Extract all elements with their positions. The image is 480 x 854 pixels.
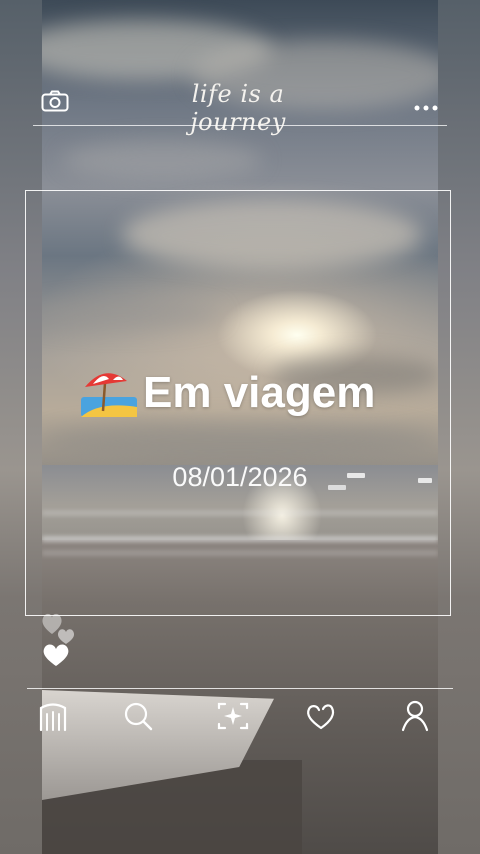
camera-icon[interactable] — [41, 90, 69, 112]
hearts-icon[interactable] — [38, 610, 82, 670]
status-card[interactable]: Em viagem — [79, 365, 375, 421]
status-date: 08/01/2026 — [172, 462, 308, 492]
brand-title: life is a journey — [190, 80, 286, 136]
app-header: life is a journey — [33, 70, 447, 136]
home-icon[interactable] — [33, 696, 73, 736]
more-horizontal-icon[interactable] — [413, 97, 439, 111]
nav-divider — [27, 688, 453, 689]
profile-icon[interactable] — [395, 696, 435, 736]
beach-umbrella-emoji-icon — [79, 367, 137, 419]
status-text: Em viagem — [143, 368, 376, 417]
search-icon[interactable] — [119, 696, 159, 736]
header-divider — [33, 125, 447, 126]
bottom-nav — [27, 696, 453, 740]
sparkle-frame-icon[interactable] — [213, 696, 253, 736]
heart-outline-icon[interactable] — [301, 696, 341, 736]
